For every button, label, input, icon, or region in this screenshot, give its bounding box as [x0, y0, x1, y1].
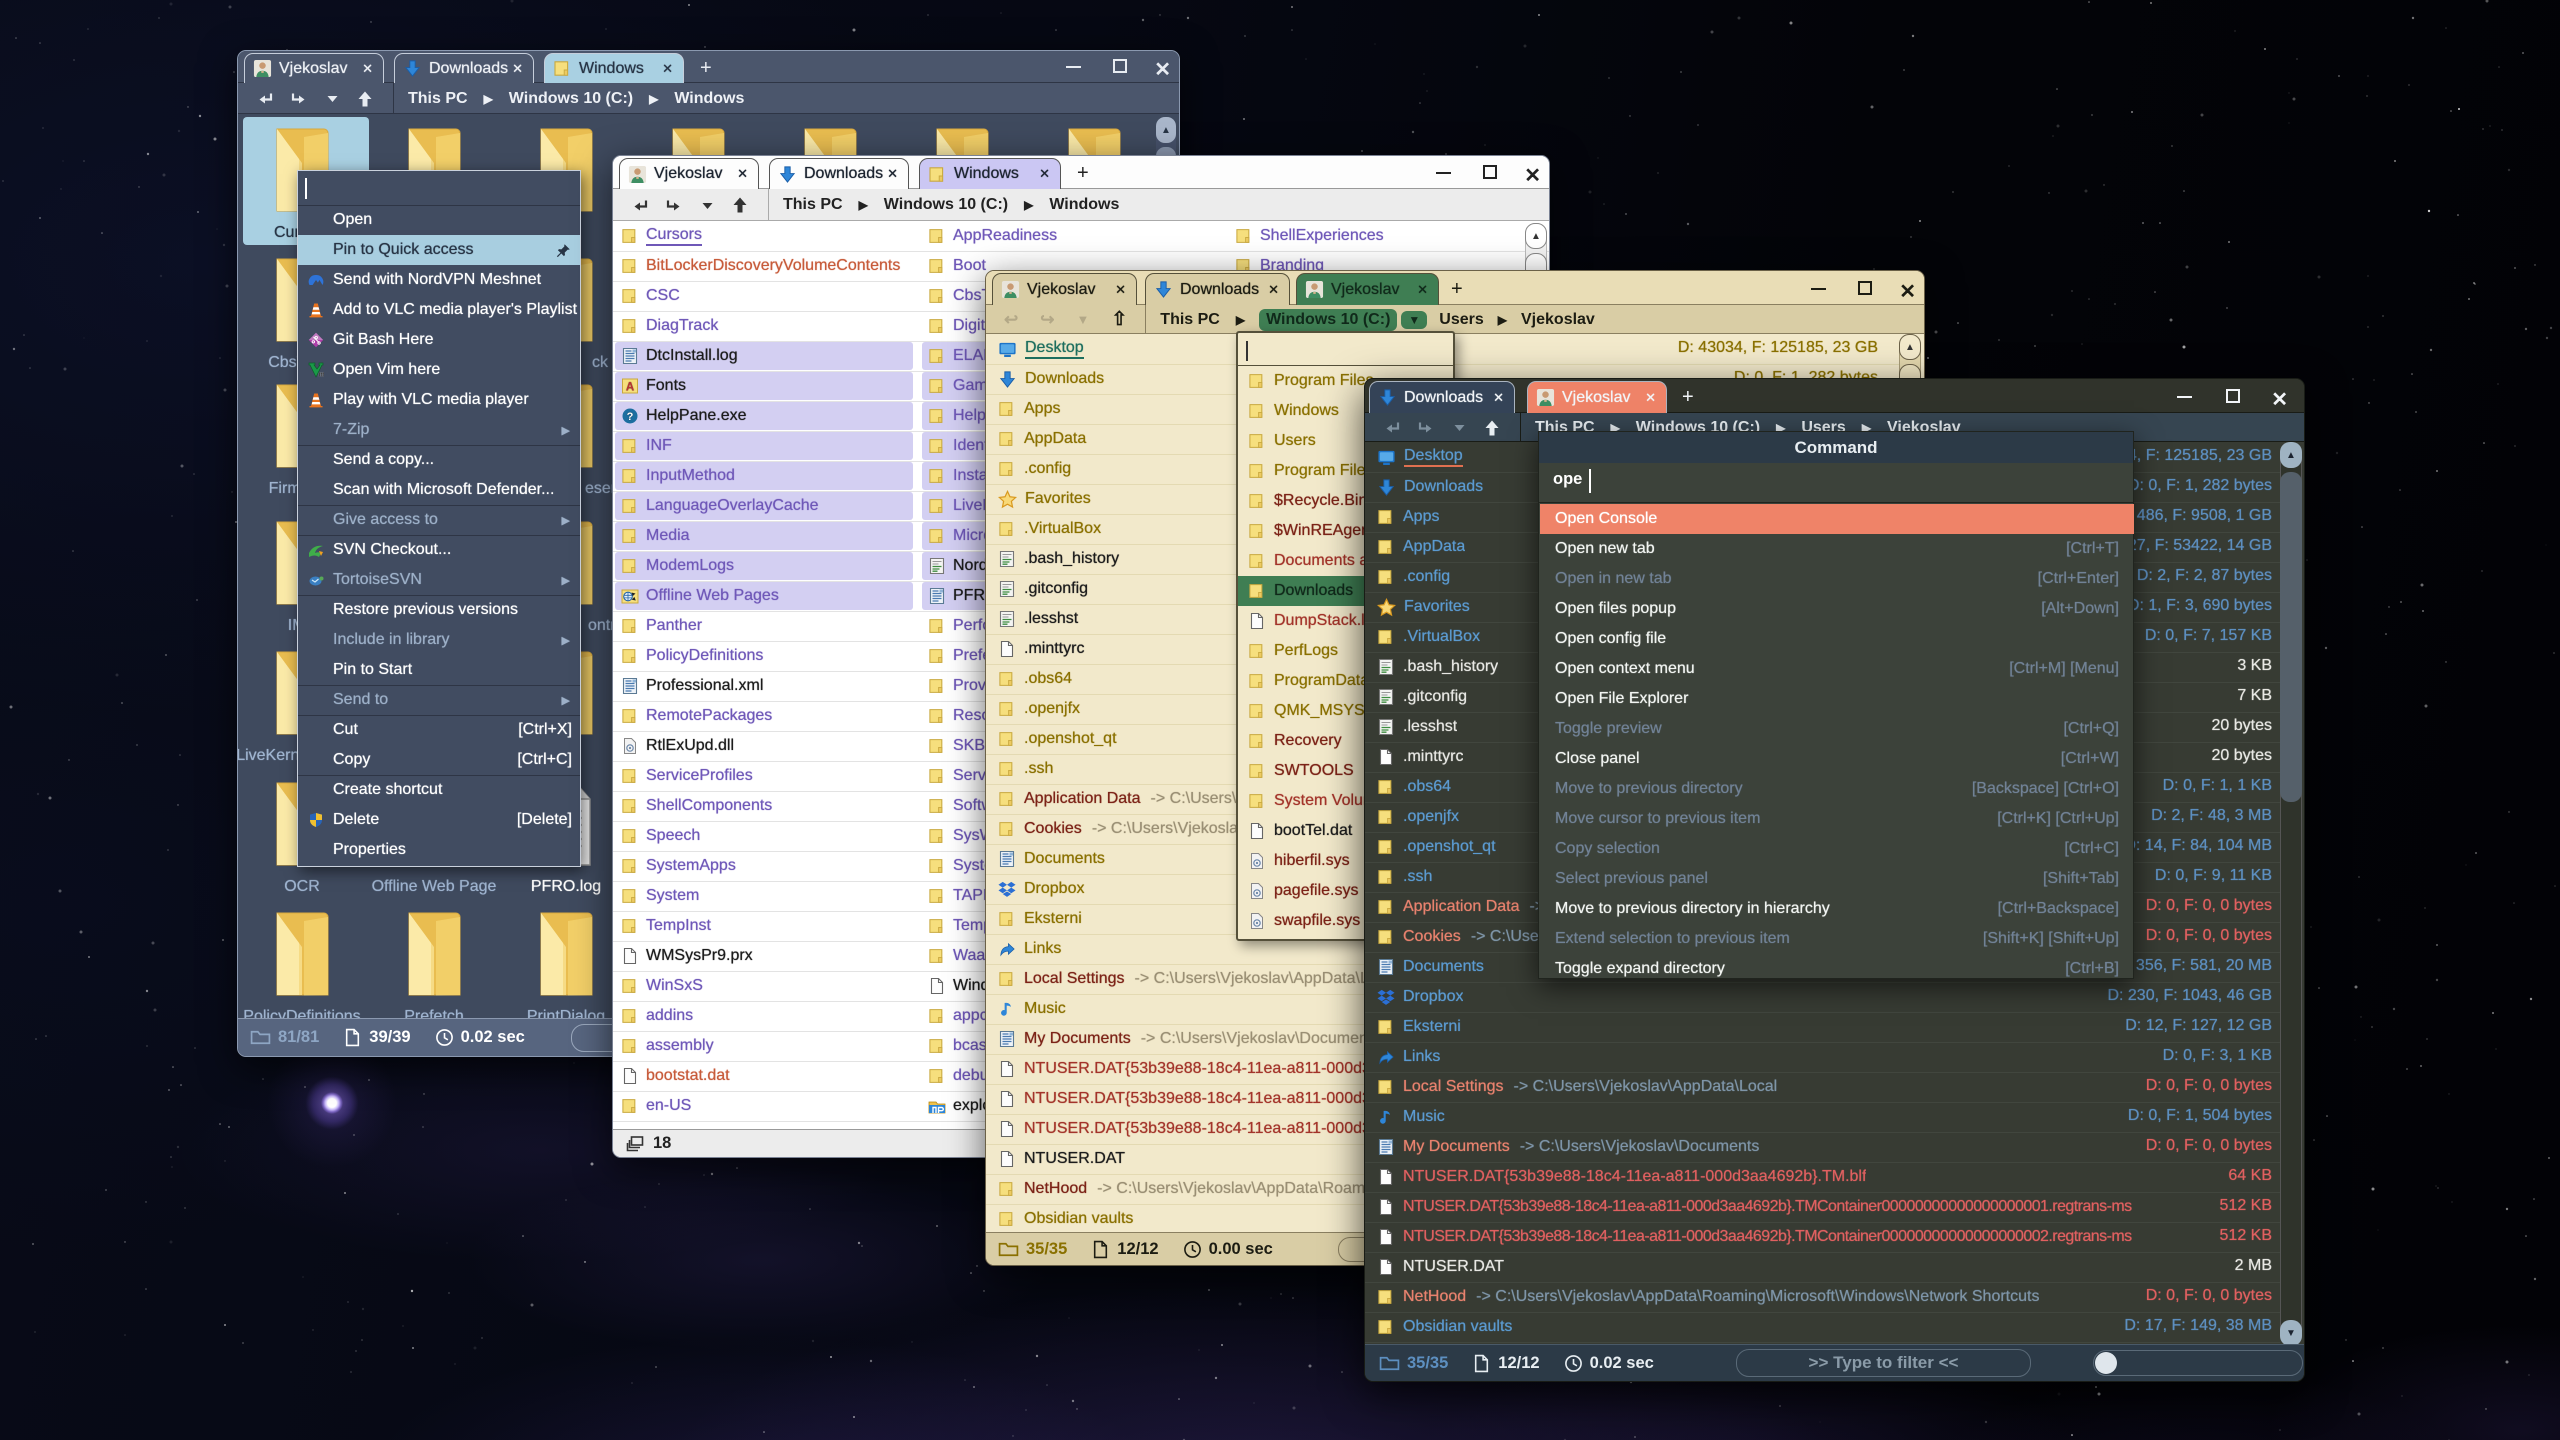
svg-text:?: ? [627, 411, 634, 423]
svg-text:m: m [319, 372, 324, 379]
svg-text:A: A [626, 382, 634, 394]
